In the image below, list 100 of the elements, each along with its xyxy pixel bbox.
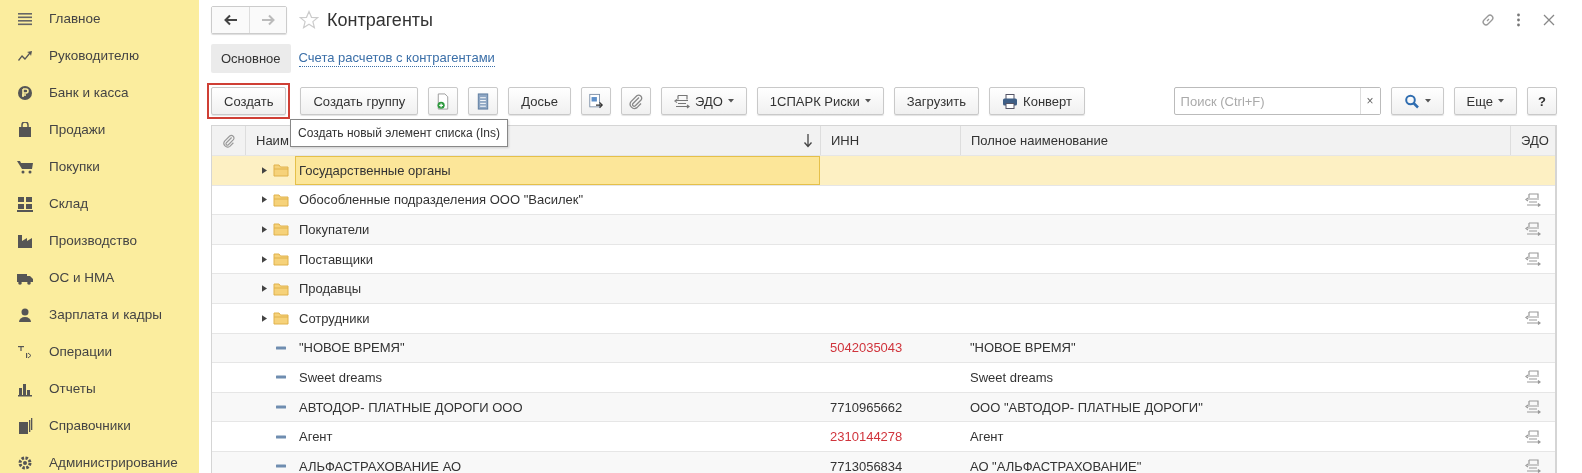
sidebar-item[interactable]: Отчеты xyxy=(0,370,199,407)
left-arrow-icon xyxy=(222,12,239,28)
icon-button[interactable] xyxy=(468,87,499,115)
table-cell: 2310144278 xyxy=(830,429,903,445)
table-row[interactable]: АЛЬФАСТРАХОВАНИЕ АО 7713056834 АО "АЛЬФАСТРАХОВАНИЕ" xyxy=(212,450,1555,473)
folder-icon xyxy=(273,311,289,326)
folder-icon xyxy=(273,192,289,207)
search-button[interactable] xyxy=(1390,87,1444,115)
folder-icon xyxy=(273,163,289,178)
report-icon xyxy=(588,92,604,110)
column-header[interactable]: Наим xyxy=(256,133,289,148)
more-button[interactable]: Еще xyxy=(1453,87,1518,115)
table-cell: Агент xyxy=(970,429,1004,445)
sort-arrow-icon[interactable] xyxy=(804,133,812,148)
expand-icon[interactable] xyxy=(262,196,267,204)
sidebar-item[interactable]: Банк и касса xyxy=(0,74,199,111)
caret-icon xyxy=(1424,99,1431,103)
right-arrow-icon xyxy=(260,12,276,28)
clear-button[interactable]: × xyxy=(1359,88,1380,114)
help-button[interactable]: ? xyxy=(1527,87,1557,115)
sidebar-item[interactable]: Склад xyxy=(0,185,199,222)
folder-icon xyxy=(273,222,289,237)
folder-icon xyxy=(273,281,289,296)
more-icon[interactable] xyxy=(1516,12,1521,28)
tab[interactable]: Основное xyxy=(211,43,291,73)
table-cell: 5042035043 xyxy=(830,340,903,356)
close-icon[interactable] xyxy=(1541,12,1557,28)
table-cell-text: АЛЬФАСТРАХОВАНИЕ АО xyxy=(298,457,463,473)
person-icon xyxy=(17,306,33,323)
back-button[interactable] xyxy=(212,7,249,33)
paperclip-icon xyxy=(222,133,236,148)
bag-icon xyxy=(17,121,33,138)
table-cell: Sweet dreams xyxy=(970,369,1054,385)
star-icon[interactable] xyxy=(299,10,319,30)
table-cell: "НОВОЕ ВРЕМЯ" xyxy=(970,340,1076,356)
sidebar-item[interactable]: Зарплата и кадры xyxy=(0,296,199,333)
table-cell: 7710965662 xyxy=(830,399,903,415)
gear-icon xyxy=(17,454,33,471)
table-row[interactable]: Sweet dreams Sweet dreams xyxy=(212,362,1555,392)
caret-icon xyxy=(727,99,734,103)
expand-icon[interactable] xyxy=(262,226,267,233)
table-row[interactable]: Продавцы xyxy=(212,273,1555,303)
table-cell-text: Покупатели xyxy=(298,221,371,239)
table-cell-text: Сотрудники xyxy=(298,309,371,328)
icon-button[interactable] xyxy=(428,87,459,115)
cart-icon xyxy=(17,158,33,175)
table-cell: ООО "АВТОДОР- ПЛАТНЫЕ ДОРОГИ" xyxy=(970,399,1203,415)
search-field[interactable]: Поиск (Ctrl+F) × xyxy=(1173,87,1381,115)
table-cell-text: АВТОДОР- ПЛАТНЫЕ ДОРОГИ ООО xyxy=(298,398,524,417)
table-cell: АО "АЛЬФАСТРАХОВАНИЕ" xyxy=(970,458,1142,473)
window-title: Контрагенты xyxy=(327,9,433,31)
search-icon xyxy=(1403,92,1420,110)
table-row[interactable]: Агент 2310144278 Агент xyxy=(212,421,1555,451)
table-cell: Государственные органы xyxy=(295,156,820,185)
ruble-icon xyxy=(17,84,33,101)
table-cell-text: Поставщики xyxy=(298,250,374,269)
toolbar-button[interactable]: Конверт xyxy=(989,87,1085,115)
printer-icon xyxy=(1002,92,1019,110)
table-row[interactable]: Сотрудники xyxy=(212,302,1555,333)
table-cell-text: Агент xyxy=(298,428,334,447)
expand-icon[interactable] xyxy=(262,285,267,293)
folder-icon xyxy=(273,252,289,267)
table-row[interactable]: Государственные органы xyxy=(212,155,1555,185)
sidebar-item[interactable]: Справочники xyxy=(0,407,199,444)
icon-button[interactable] xyxy=(621,87,651,115)
sidebar-item[interactable]: ОС и НМА xyxy=(0,259,199,296)
expand-icon[interactable] xyxy=(262,255,267,263)
dropdown-button[interactable]: 1СПАРК Риски xyxy=(756,87,884,115)
tab[interactable]: Счета расчетов с контрагентами xyxy=(298,49,495,67)
grid-icon xyxy=(17,195,33,212)
sidebar-item[interactable]: Администрирование xyxy=(0,444,199,473)
tooltip: Создать новый элемент списка (Ins) xyxy=(290,119,508,147)
sidebar-item[interactable]: Главное xyxy=(0,0,199,37)
expand-icon[interactable] xyxy=(262,314,267,322)
table-cell-text: Sweet dreams xyxy=(298,368,384,387)
sidebar-item[interactable]: Операции xyxy=(0,333,199,370)
toolbar-button[interactable]: Создать группу xyxy=(300,87,419,115)
factory-icon xyxy=(17,232,33,249)
sidebar-item[interactable]: Производство xyxy=(0,222,199,259)
table-row[interactable]: Покупатели xyxy=(212,214,1555,244)
table-cell-text: "НОВОЕ ВРЕМЯ" xyxy=(298,339,406,358)
dropdown-button[interactable]: ЭДО xyxy=(661,87,747,115)
icon-button[interactable] xyxy=(581,87,611,115)
books-icon xyxy=(17,417,33,434)
table-cell-text: Продавцы xyxy=(298,280,363,299)
table-cell-text: Обособленные подразделения ООО "Василек" xyxy=(298,191,585,210)
toolbar-button[interactable]: Загрузить xyxy=(893,87,980,115)
toolbar-button[interactable]: Создать xyxy=(211,87,287,115)
sidebar-item[interactable]: Продажи xyxy=(0,111,199,148)
sidebar-item[interactable]: Покупки xyxy=(0,148,199,185)
table-cell: 7713056834 xyxy=(830,458,903,473)
link-icon[interactable] xyxy=(1480,12,1496,28)
toolbar-button[interactable]: Досье xyxy=(508,87,571,115)
sidebar-item[interactable]: Руководителю xyxy=(0,37,199,74)
caret-icon xyxy=(1498,99,1505,103)
table-row[interactable]: АВТОДОР- ПЛАТНЫЕ ДОРОГИ ООО 7710965662 ООО "АВТОДОР- ПЛАТНЫЕ ДОРОГИ" xyxy=(212,391,1555,422)
paperclip-icon xyxy=(628,92,644,110)
table-row[interactable]: "НОВОЕ ВРЕМЯ" 5042035043 "НОВОЕ ВРЕМЯ" xyxy=(212,332,1555,363)
expand-icon[interactable] xyxy=(262,166,267,174)
caret-icon xyxy=(864,99,871,103)
